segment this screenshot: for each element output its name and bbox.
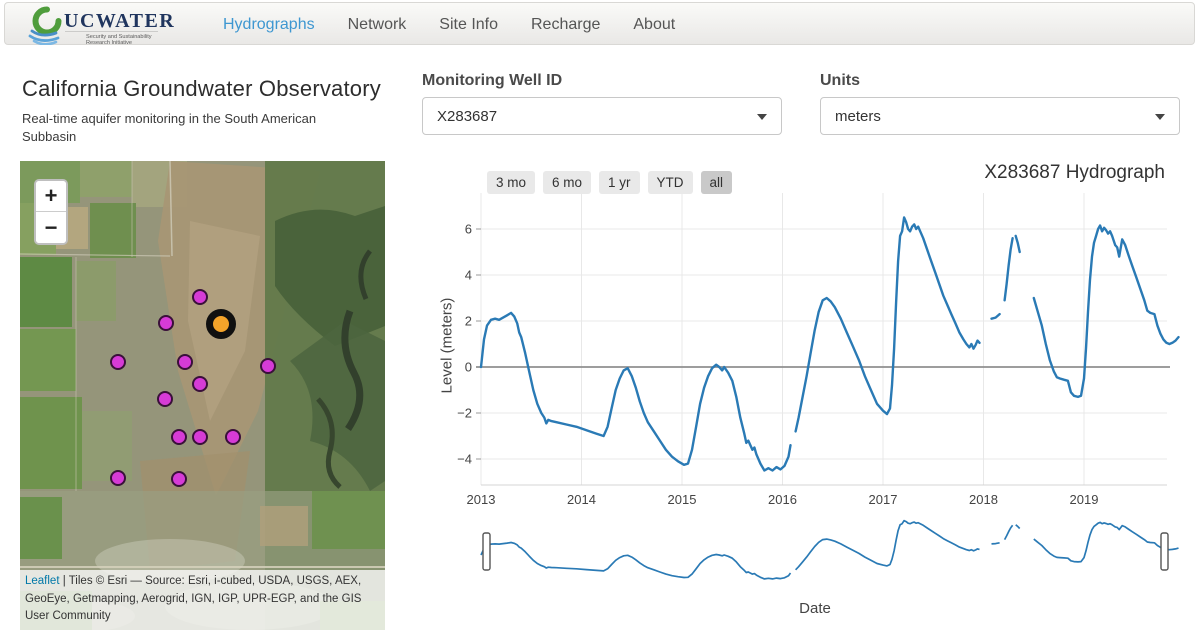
svg-text:−4: −4 bbox=[457, 452, 472, 467]
page: UCWATER Security and Sustainability Rese… bbox=[0, 0, 1200, 630]
map-attribution: Leaflet | Tiles © Esri — Source: Esri, i… bbox=[20, 570, 385, 630]
range-selector: 3 mo 6 mo 1 yr YTD all bbox=[487, 171, 732, 194]
x-axis-title: Date bbox=[430, 600, 1200, 617]
hydrograph-line bbox=[481, 218, 1179, 471]
chart-title: X283687 Hydrograph bbox=[984, 162, 1165, 184]
nav-site-info[interactable]: Site Info bbox=[439, 16, 498, 34]
ucwater-logo-icon: UCWATER Security and Sustainability Rese… bbox=[26, 5, 176, 45]
svg-text:−2: −2 bbox=[457, 406, 472, 421]
nav-hydrographs[interactable]: Hydrographs bbox=[223, 16, 315, 34]
map-zoom-control: + − bbox=[34, 179, 68, 245]
svg-text:2015: 2015 bbox=[668, 492, 697, 507]
svg-text:0: 0 bbox=[465, 360, 472, 375]
logo-tagline-2: Research Initiative bbox=[86, 40, 132, 45]
rangeslider-line bbox=[481, 521, 1179, 579]
logo-swirl-icon bbox=[36, 10, 59, 33]
attribution-text: | Tiles © Esri — Source: Esri, i-cubed, … bbox=[25, 575, 361, 622]
range-button-6-mo[interactable]: 6 mo bbox=[543, 171, 591, 194]
nav-about[interactable]: About bbox=[633, 16, 675, 34]
well-marker[interactable] bbox=[192, 289, 208, 305]
y-axis-title: Level (meters) bbox=[439, 251, 456, 441]
units-select[interactable]: meters bbox=[820, 97, 1180, 135]
range-button-YTD[interactable]: YTD bbox=[648, 171, 693, 194]
svg-text:4: 4 bbox=[465, 268, 472, 283]
well-id-label: Monitoring Well ID bbox=[422, 72, 562, 90]
well-marker[interactable] bbox=[177, 354, 193, 370]
leaflet-link[interactable]: Leaflet bbox=[25, 575, 60, 587]
map[interactable]: + − Leaflet | Tiles © Esri — Source: Esr… bbox=[20, 161, 385, 630]
units-label: Units bbox=[820, 72, 860, 90]
well-marker-selected[interactable] bbox=[206, 309, 236, 339]
well-id-select[interactable]: X283687 bbox=[422, 97, 782, 135]
well-marker[interactable] bbox=[192, 429, 208, 445]
nav-recharge[interactable]: Recharge bbox=[531, 16, 600, 34]
chevron-down-icon bbox=[1155, 114, 1165, 120]
zoom-out-button[interactable]: − bbox=[36, 212, 66, 243]
hydrograph-svg: 2013 2014 2015 2016 2017 2018 2019 6 4 2 0 −2 −4 bbox=[430, 155, 1200, 630]
svg-text:2: 2 bbox=[465, 314, 472, 329]
range-button-3-mo[interactable]: 3 mo bbox=[487, 171, 535, 194]
rangeslider-handle-right[interactable] bbox=[1161, 533, 1168, 570]
units-value: meters bbox=[835, 108, 881, 125]
hydrograph-chart: 2013 2014 2015 2016 2017 2018 2019 6 4 2 0 −2 −4 bbox=[430, 155, 1200, 630]
range-button-1-yr[interactable]: 1 yr bbox=[599, 171, 640, 194]
svg-text:2018: 2018 bbox=[969, 492, 998, 507]
satellite-basemap bbox=[20, 161, 385, 630]
well-marker[interactable] bbox=[260, 358, 276, 374]
well-marker[interactable] bbox=[110, 354, 126, 370]
svg-text:6: 6 bbox=[465, 222, 472, 237]
page-subtitle: Real-time aquifer monitoring in the Sout… bbox=[22, 110, 368, 145]
well-marker[interactable] bbox=[192, 376, 208, 392]
svg-text:2019: 2019 bbox=[1070, 492, 1099, 507]
ucwater-logo[interactable]: UCWATER Security and Sustainability Rese… bbox=[26, 5, 176, 50]
svg-text:2013: 2013 bbox=[467, 492, 496, 507]
header: UCWATER Security and Sustainability Rese… bbox=[4, 2, 1195, 45]
well-marker[interactable] bbox=[171, 471, 187, 487]
well-marker[interactable] bbox=[171, 429, 187, 445]
chevron-down-icon bbox=[757, 114, 767, 120]
well-id-value: X283687 bbox=[437, 108, 497, 125]
main-nav: Hydrographs Network Site Info Recharge About bbox=[223, 3, 675, 46]
logo-title: UCWATER bbox=[64, 10, 175, 32]
zoom-in-button[interactable]: + bbox=[36, 181, 66, 212]
svg-text:2016: 2016 bbox=[768, 492, 797, 507]
range-button-all[interactable]: all bbox=[701, 171, 733, 194]
well-marker[interactable] bbox=[158, 315, 174, 331]
page-title: California Groundwater Observatory bbox=[22, 76, 381, 102]
well-marker[interactable] bbox=[110, 470, 126, 486]
svg-text:2014: 2014 bbox=[567, 492, 596, 507]
nav-network[interactable]: Network bbox=[348, 16, 407, 34]
well-marker[interactable] bbox=[225, 429, 241, 445]
rangeslider-handle-left[interactable] bbox=[483, 533, 490, 570]
svg-text:2017: 2017 bbox=[869, 492, 898, 507]
well-marker[interactable] bbox=[157, 391, 173, 407]
